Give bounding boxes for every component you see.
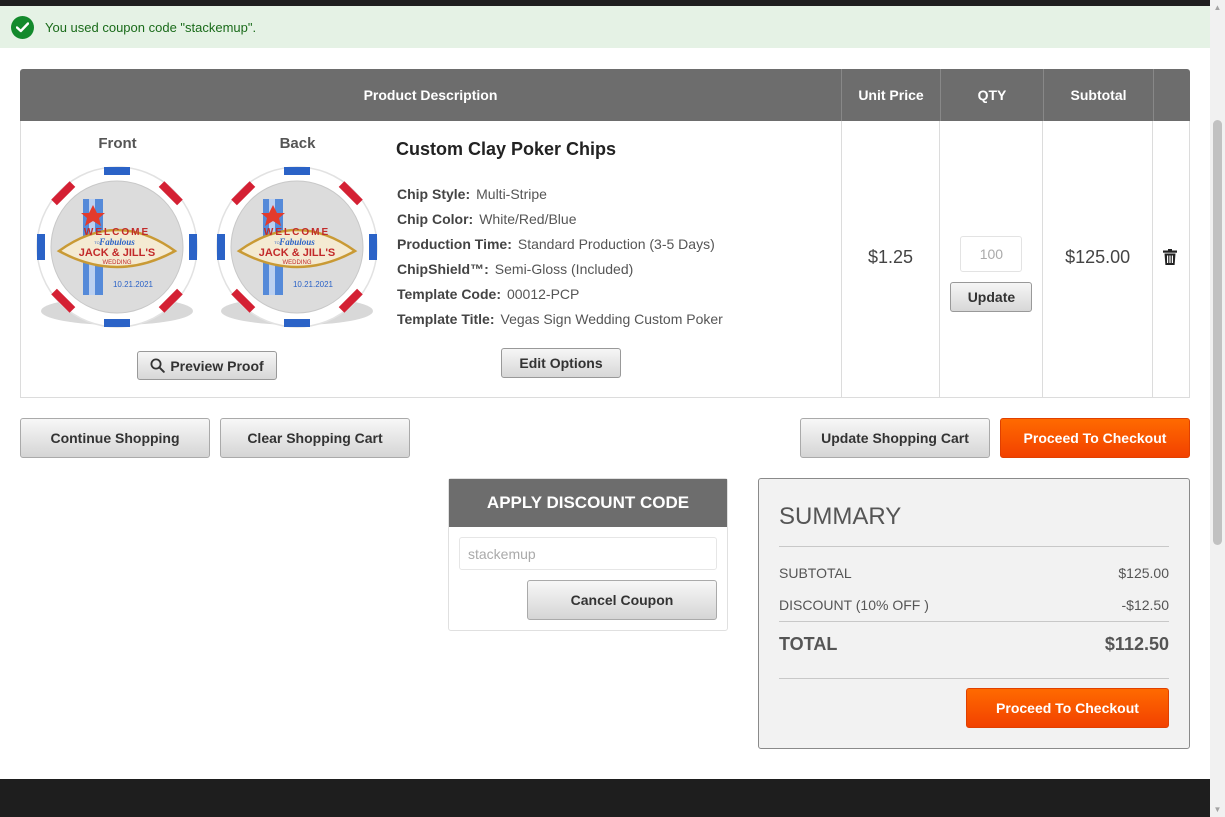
option-label: ChipShield™: (397, 261, 489, 277)
discount-value: -$12.50 (1121, 597, 1169, 613)
product-name: Custom Clay Poker Chips (396, 139, 617, 159)
unit-price: $1.25 (867, 247, 914, 267)
preview-proof-label: Preview Proof (170, 357, 264, 374)
unit-price-cell: $1.25 (842, 121, 941, 397)
option-chip-style: Chip Style: Multi-Stripe (397, 186, 547, 202)
option-value: Multi-Stripe (476, 186, 547, 202)
qty-cell: 100 Update (940, 121, 1044, 397)
product-description-cell: Front WELCOME TO Fabulous JACK & JILL'S … (21, 121, 842, 397)
scrollbar-thumb[interactable] (1213, 120, 1222, 545)
option-chipshield: ChipShield™: Semi-Gloss (Included) (397, 261, 633, 277)
cart-page: You used coupon code "stackemup". Produc… (0, 6, 1210, 779)
edit-options-button[interactable]: Edit Options (501, 348, 621, 378)
scroll-down-arrow-icon[interactable]: ▼ (1210, 802, 1225, 817)
option-value: White/Red/Blue (479, 211, 577, 227)
trash-icon[interactable] (1163, 249, 1178, 265)
checkmark-icon (11, 15, 34, 39)
cancel-coupon-button[interactable]: Cancel Coupon (527, 580, 717, 620)
back-chip-image: WELCOME TO Fabulous JACK & JILL'S WEDDIN… (216, 166, 378, 328)
summary-title: SUMMARY (779, 503, 902, 530)
cart-table-header: Product Description Unit Price QTY Subto… (20, 69, 1190, 121)
option-chip-color: Chip Color: White/Red/Blue (397, 211, 577, 227)
svg-text:WEDDING: WEDDING (103, 260, 132, 266)
cart-table: Product Description Unit Price QTY Subto… (20, 69, 1190, 398)
option-value: Vegas Sign Wedding Custom Poker (500, 311, 723, 327)
summary-subtotal-row: SUBTOTAL $125.00 (779, 565, 1169, 581)
total-label: TOTAL (779, 634, 838, 654)
total-value: $112.50 (1104, 634, 1169, 654)
update-qty-button[interactable]: Update (950, 282, 1033, 312)
option-template-code: Template Code: 00012-PCP (397, 286, 579, 302)
quantity-input[interactable]: 100 (960, 236, 1023, 272)
option-label: Chip Style: (397, 186, 471, 202)
header-qty: QTY (941, 69, 1044, 121)
continue-shopping-button[interactable]: Continue Shopping (20, 418, 210, 458)
discount-title: APPLY DISCOUNT CODE (449, 479, 727, 527)
divider (779, 678, 1169, 679)
svg-text:WEDDING: WEDDING (283, 260, 312, 266)
svg-text:Fabulous: Fabulous (98, 237, 135, 247)
option-template-title: Template Title: Vegas Sign Wedding Custom… (397, 311, 723, 327)
option-label: Production Time: (397, 236, 512, 252)
page-scrollbar[interactable]: ▲ ▼ (1210, 0, 1225, 817)
front-chip-image: WELCOME TO Fabulous JACK & JILL'S WEDDIN… (36, 166, 198, 328)
header-subtotal: Subtotal (1044, 69, 1154, 121)
scroll-up-arrow-icon[interactable]: ▲ (1210, 0, 1225, 15)
header-unit-price: Unit Price (842, 69, 941, 121)
option-label: Chip Color: (397, 211, 474, 227)
notice-text: You used coupon code "stackemup". (45, 19, 257, 35)
item-subtotal: $125.00 (1065, 247, 1131, 267)
option-production-time: Production Time: Standard Production (3-5… (397, 236, 715, 252)
coupon-success-notice: You used coupon code "stackemup". (0, 6, 1210, 48)
svg-text:JACK & JILL'S: JACK & JILL'S (259, 247, 336, 259)
order-summary: SUMMARY SUBTOTAL $125.00 DISCOUNT (10% O… (758, 478, 1190, 749)
search-icon (150, 358, 166, 373)
discount-panel: APPLY DISCOUNT CODE stackemup Cancel Cou… (448, 478, 728, 631)
subtotal-value: $125.00 (1118, 565, 1169, 581)
proceed-to-checkout-button[interactable]: Proceed To Checkout (1000, 418, 1190, 458)
option-value: Standard Production (3-5 Days) (517, 236, 715, 252)
delete-cell (1153, 121, 1189, 397)
option-value: Semi-Gloss (Included) (494, 261, 634, 277)
clear-cart-button[interactable]: Clear Shopping Cart (220, 418, 410, 458)
option-label: Template Title: (397, 311, 495, 327)
front-label: Front (98, 135, 137, 152)
subtotal-label: SUBTOTAL (779, 565, 852, 581)
header-product-description: Product Description (20, 69, 842, 121)
subtotal-cell: $125.00 (1043, 121, 1154, 397)
divider (779, 621, 1169, 622)
preview-proof-button[interactable]: Preview Proof (137, 351, 277, 380)
svg-text:10.21.2021: 10.21.2021 (293, 280, 334, 289)
option-label: Template Code: (397, 286, 501, 302)
header-actions (1154, 69, 1190, 121)
bottom-dark-bar (0, 779, 1210, 817)
divider (779, 546, 1169, 547)
option-value: 00012-PCP (506, 286, 580, 302)
summary-total-row: TOTAL $112.50 (779, 634, 1169, 655)
update-cart-button[interactable]: Update Shopping Cart (800, 418, 990, 458)
summary-checkout-button[interactable]: Proceed To Checkout (966, 688, 1169, 728)
back-label: Back (279, 135, 316, 152)
discount-label: DISCOUNT (10% OFF ) (779, 597, 929, 613)
svg-text:10.21.2021: 10.21.2021 (113, 280, 154, 289)
summary-discount-row: DISCOUNT (10% OFF ) -$12.50 (779, 597, 1169, 613)
discount-code-input[interactable]: stackemup (459, 537, 717, 570)
svg-text:JACK & JILL'S: JACK & JILL'S (79, 247, 156, 259)
cart-item-row: Front WELCOME TO Fabulous JACK & JILL'S … (20, 121, 1190, 398)
svg-text:Fabulous: Fabulous (278, 237, 315, 247)
